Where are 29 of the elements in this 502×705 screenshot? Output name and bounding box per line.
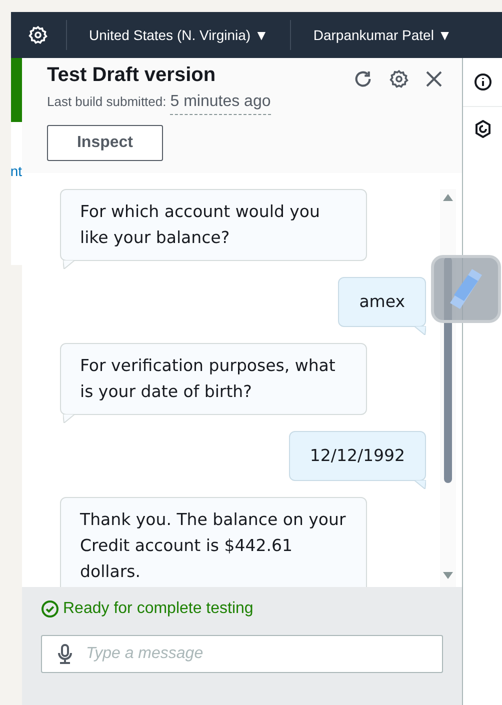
status-text: Ready for complete testing <box>63 599 254 619</box>
floating-widget-icon[interactable] <box>431 255 501 323</box>
check-circle-icon <box>41 600 59 618</box>
status-bar-strip <box>11 58 22 122</box>
refresh-icon[interactable] <box>353 69 373 89</box>
build-label: Last build submitted: <box>47 93 166 111</box>
close-icon[interactable] <box>425 70 443 88</box>
bot-message: For which account would you like your balance? <box>60 189 367 261</box>
hexagon-icon[interactable] <box>474 120 490 138</box>
bubble-tail-icon <box>414 326 426 335</box>
info-icon[interactable] <box>474 73 492 91</box>
scroll-up-icon[interactable] <box>443 194 453 201</box>
message-input[interactable]: Type a message <box>41 635 443 673</box>
settings-icon[interactable] <box>389 69 409 89</box>
user-message: amex <box>338 277 426 327</box>
bubble-tail-icon <box>63 260 75 269</box>
build-time[interactable]: 5 minutes ago <box>170 90 271 115</box>
region-menu[interactable]: United States (N. Virginia) ▼ <box>67 24 290 46</box>
user-message: 12/12/1992 <box>288 431 426 481</box>
bot-message: For verification purposes, what is your date of birth? <box>60 343 367 415</box>
scroll-down-icon[interactable] <box>443 572 453 579</box>
panel-title: Test Draft version <box>47 63 217 87</box>
inspect-button[interactable]: Inspect <box>47 125 163 161</box>
user-menu[interactable]: Darpankumar Patel ▼ <box>291 24 452 46</box>
bubble-tail-icon <box>414 480 426 489</box>
bot-message: Thank you. The balance on your Credit account is $442.61 dollars. <box>60 497 367 587</box>
bubble-tail-icon <box>63 414 75 423</box>
microphone-icon[interactable] <box>58 644 72 664</box>
cut-text: nt <box>11 163 22 179</box>
